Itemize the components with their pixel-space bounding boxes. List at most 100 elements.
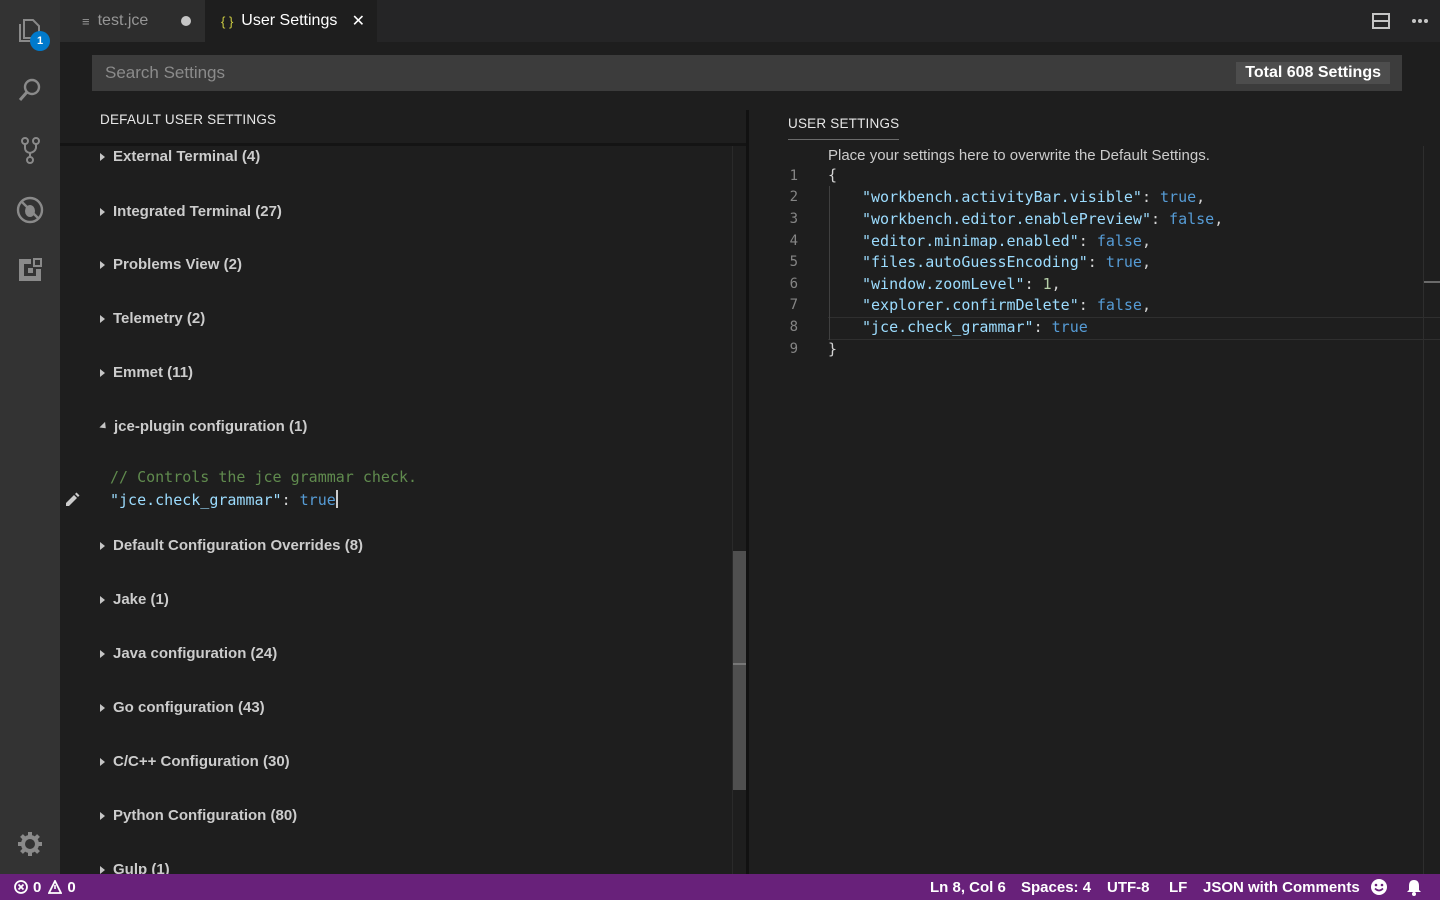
group-problems-view[interactable]: Problems View (2) (100, 256, 242, 273)
file-icon: ≡ (82, 13, 90, 29)
indent-guide (829, 186, 830, 340)
user-setting-line[interactable]: "jce.check_grammar": true (862, 318, 1088, 336)
group-gulp[interactable]: Gulp (1) (100, 861, 170, 874)
user-setting-line[interactable]: "workbench.editor.enablePreview": false, (862, 210, 1223, 228)
search-view-button[interactable] (0, 60, 60, 120)
user-settings-hint: Place your settings here to overwrite th… (828, 147, 1210, 164)
feedback-button[interactable] (1370, 874, 1388, 900)
group-external-terminal[interactable]: External Terminal (4) (100, 148, 260, 165)
source-control-icon (21, 137, 40, 164)
group-go[interactable]: Go configuration (43) (100, 699, 265, 716)
smiley-icon (1371, 879, 1387, 895)
line-number: 9 (789, 341, 798, 357)
language-mode[interactable]: JSON with Comments (1203, 874, 1360, 900)
cursor-position[interactable]: Ln 8, Col 6 (930, 874, 1006, 900)
group-telemetry[interactable]: Telemetry (2) (100, 310, 205, 327)
tab-test-jce[interactable]: ≡ test.jce (60, 0, 205, 42)
default-settings-header: DEFAULT USER SETTINGS (100, 112, 277, 127)
group-jce-plugin[interactable]: jce-plugin configuration (1) (99, 418, 307, 435)
caret-right-icon (100, 865, 105, 874)
activity-bar: 1 (0, 0, 60, 874)
user-settings-header: USER SETTINGS (788, 116, 900, 140)
caret-right-icon (100, 314, 105, 323)
caret-right-icon (100, 207, 105, 216)
warning-icon (48, 880, 63, 894)
group-cpp[interactable]: C/C++ Configuration (30) (100, 753, 290, 770)
search-settings-input[interactable] (92, 55, 1212, 91)
file-encoding[interactable]: UTF-8 (1107, 874, 1150, 900)
caret-right-icon (100, 811, 105, 820)
setting-value: true (299, 491, 336, 509)
group-default-config-overrides[interactable]: Default Configuration Overrides (8) (100, 537, 363, 554)
group-integrated-terminal[interactable]: Integrated Terminal (27) (100, 203, 282, 220)
line-number: 1 (789, 168, 798, 184)
error-icon (14, 880, 28, 894)
caret-right-icon (100, 152, 105, 161)
bell-icon (1407, 879, 1421, 896)
tab-label: User Settings (241, 12, 338, 29)
more-actions-button[interactable] (1409, 10, 1431, 32)
group-emmet[interactable]: Emmet (11) (100, 364, 193, 381)
caret-right-icon (100, 368, 105, 377)
group-java[interactable]: Java configuration (24) (100, 645, 277, 662)
indentation-setting[interactable]: Spaces: 4 (1021, 874, 1091, 900)
split-editor-button[interactable] (1370, 10, 1392, 32)
text-cursor (335, 490, 338, 508)
warning-count: 0 (67, 878, 76, 896)
close-brace[interactable]: } (828, 340, 837, 358)
problems-indicator[interactable]: 0 0 (14, 874, 76, 900)
caret-right-icon (100, 703, 105, 712)
json-icon: { } (221, 13, 234, 29)
caret-right-icon (100, 260, 105, 269)
caret-right-icon (100, 595, 105, 604)
group-jake[interactable]: Jake (1) (100, 591, 169, 608)
caret-right-icon (100, 541, 105, 550)
line-number: 2 (789, 189, 798, 205)
user-setting-line[interactable]: "explorer.confirmDelete": false, (862, 296, 1151, 314)
open-brace[interactable]: { (828, 166, 837, 184)
gear-icon (18, 832, 42, 856)
line-number: 5 (789, 254, 798, 270)
user-setting-line[interactable]: "window.zoomLevel": 1, (862, 275, 1061, 293)
user-setting-line[interactable]: "files.autoGuessEncoding": true, (862, 253, 1151, 271)
source-control-button[interactable] (0, 120, 60, 180)
edit-pencil-icon[interactable] (63, 490, 81, 508)
search-icon (18, 78, 41, 101)
default-settings-list: External Terminal (4) Integrated Termina… (60, 146, 732, 874)
left-scrollbar-marker (733, 663, 746, 665)
current-line-highlight-bottom (828, 339, 1440, 340)
explorer-button[interactable]: 1 (0, 0, 60, 60)
total-settings-badge: Total 608 Settings (1236, 62, 1390, 84)
line-number: 4 (789, 233, 798, 249)
manage-button[interactable] (0, 814, 60, 874)
caret-right-icon (100, 757, 105, 766)
line-number: 8 (789, 319, 798, 335)
user-setting-line[interactable]: "workbench.activityBar.visible": true, (862, 188, 1205, 206)
settings-search-bar: Total 608 Settings (92, 55, 1402, 91)
tab-user-settings[interactable]: { } User Settings ✕ (205, 0, 377, 42)
extensions-icon (19, 258, 42, 281)
close-icon[interactable]: ✕ (352, 11, 365, 31)
right-scrollbar-marker (1424, 281, 1440, 283)
pane-sash[interactable] (746, 110, 749, 874)
line-number: 6 (789, 276, 798, 292)
ellipsis-icon (1412, 19, 1428, 23)
user-setting-line[interactable]: "editor.minimap.enabled": false, (862, 232, 1151, 250)
tab-label: test.jce (97, 12, 149, 29)
unsaved-dot-icon[interactable] (181, 16, 191, 26)
caret-right-icon (100, 649, 105, 658)
group-python[interactable]: Python Configuration (80) (100, 807, 297, 824)
debug-button[interactable] (0, 180, 60, 240)
left-scrollbar-thumb[interactable] (733, 551, 746, 790)
debug-icon (16, 196, 44, 224)
extensions-button[interactable] (0, 240, 60, 300)
right-scrollbar-track[interactable] (1423, 146, 1424, 874)
explorer-badge: 1 (30, 31, 50, 51)
notifications-button[interactable] (1406, 874, 1422, 900)
split-editor-icon (1372, 13, 1390, 29)
end-of-line[interactable]: LF (1169, 874, 1187, 900)
status-bar: 0 0 Ln 8, Col 6 Spaces: 4 UTF-8 LF JSON … (0, 874, 1440, 900)
setting-line[interactable]: "jce.check_grammar": true (110, 490, 338, 509)
setting-comment: // Controls the jce grammar check. (110, 468, 418, 486)
line-number: 3 (789, 211, 798, 227)
